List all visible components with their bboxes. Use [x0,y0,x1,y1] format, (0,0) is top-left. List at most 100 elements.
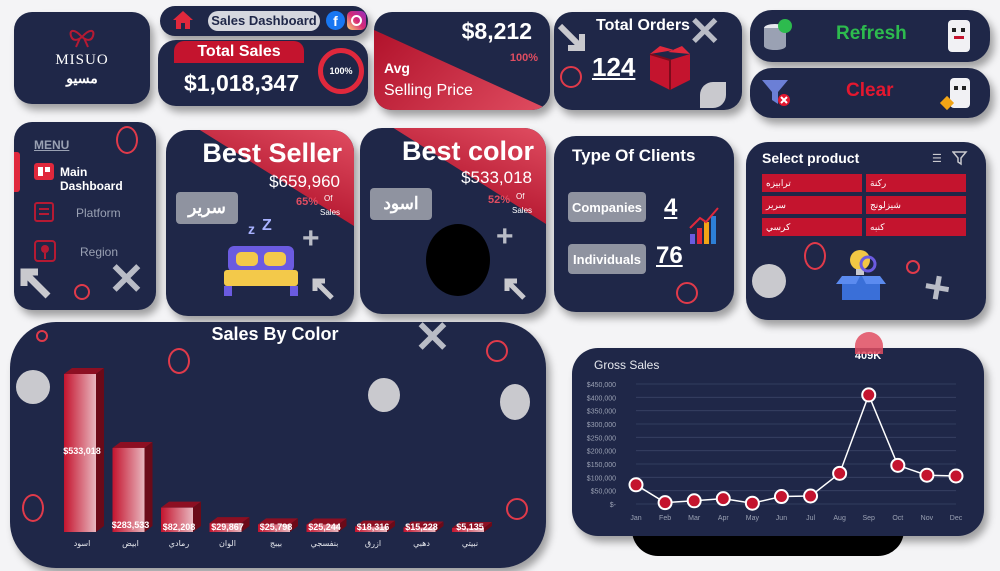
bar-data-label: $29,867 [211,522,244,532]
avg-price-label1: Avg [384,60,410,76]
product-option[interactable]: سرير [762,196,862,214]
y-tick-label: $400,000 [587,395,616,402]
best-color-percent: 52% [488,194,511,206]
data-point [773,489,789,505]
y-tick-label: $250,000 [587,435,616,442]
facebook-icon[interactable]: f [326,11,345,30]
avg-price-value: $8,212 [461,18,532,44]
x-tick-label: Dec [950,515,963,522]
sidebar-item-label: Platform [76,206,121,220]
sidebar-item-main-dashboard[interactable]: Main Dashboard [34,162,152,193]
x-tick-label: Mar [688,515,701,522]
total-sales-gauge: 100% [318,48,364,94]
menu-card: MENU Main Dashboard Platform Region ✕ [14,122,156,310]
bar-data-label: $15,228 [405,522,438,532]
best-color-of: Of [516,192,525,201]
bar-category-label: الوان [219,539,236,548]
clients-individuals-label: Individuals [568,244,646,274]
data-point [628,477,644,493]
bar-category-label: بنفسجي [311,539,339,548]
best-seller-sales: Sales [320,208,341,217]
product-option[interactable]: كنبه [866,218,966,236]
product-option[interactable]: ترابيزه [762,174,862,192]
filter-clear-icon [760,76,792,108]
home-icon[interactable] [172,10,194,30]
sales-by-color-chart: $533,018 اسود $283,533 ابيض $82,208 رمادي $29,… [63,368,492,548]
gross-sales-chart: $450,000 $400,000 $350,000 $300,000 $250,000… [587,382,964,522]
best-seller-card: Best Seller $659,960 65% Of Sales سرير z… [166,130,354,316]
x-tick-label: Apr [718,515,730,522]
best-seller-of: Of [324,194,333,203]
total-sales-card: Total Sales $1,018,347 100% [158,40,368,106]
logo-bow-icon [68,26,96,48]
header-bar: Sales Dashboard f [160,6,368,36]
multi-select-icon[interactable]: ☰ [932,152,946,166]
y-tick-label: $150,000 [587,462,616,469]
x-tick-label: Feb [659,515,671,522]
sidebar-item-platform[interactable]: Platform [34,202,152,222]
avg-price-label2: Selling Price [384,82,473,99]
total-sales-value: $1,018,347 [184,70,300,96]
y-tick-label: $50,000 [591,489,616,496]
database-refresh-icon [762,18,792,52]
product-option[interactable]: ركنة [866,174,966,192]
best-seller-value: $659,960 [269,172,340,191]
bar-category-label: بيبج [270,539,282,548]
bar-data-label: $82,208 [163,522,196,532]
dashboard-icon [34,163,54,180]
sleeping-bed-icon: zZ [222,217,302,302]
clear-button[interactable]: Clear [750,68,990,118]
bar-data-label: $283,533 [112,520,150,530]
bar-category-label: دهبي [413,539,430,548]
best-color-title: Best color [401,136,534,166]
product-option[interactable]: شيزلونج [866,196,966,214]
data-point [686,493,702,509]
best-color-sales: Sales [512,206,533,215]
arrow-up-left-icon [18,266,52,300]
product-option[interactable]: كرسي [762,218,862,236]
y-tick-label: $300,000 [587,422,616,429]
avg-price-card: $8,212 100% Avg Selling Price [374,12,550,110]
total-orders-card: Total Orders 124 ✕ [554,12,742,110]
bar-category-label: ابيض [122,539,139,548]
y-tick-label: $100,000 [587,475,616,482]
bar-data-label: $25,244 [308,522,341,532]
x-tick-label: Aug [833,515,846,522]
data-point [919,467,935,483]
x-tick-label: Sep [862,515,875,522]
best-color-value: $533,018 [461,168,532,187]
sales-by-color-card: Sales By Color ✕ $533,018 اسود $283,533 ابي… [10,322,546,568]
idea-box-icon [836,242,886,304]
bar-data-label: $533,018 [63,446,101,456]
y-tick-label: $450,000 [587,382,616,389]
clear-filter-icon[interactable] [951,150,968,166]
svg-text:z: z [248,221,255,237]
best-color-item: اسود [370,188,432,220]
arrow-down-right-icon [556,22,586,52]
avg-price-percent: 100% [509,52,538,64]
menu-title: MENU [34,138,70,152]
document-list-icon [34,202,54,222]
data-point [744,495,760,511]
bar-category-label: اسود [74,539,91,548]
clients-card: Type Of Clients Companies 4 Individuals … [554,136,734,312]
bar-category-label: نبيتي [462,539,478,548]
bar-data-label: $18,316 [357,522,390,532]
gross-sales-card: Gross Sales $450,000 $400,000 $350,000 $300… [572,348,984,536]
clients-companies-label: Companies [568,192,646,222]
robot-icon [948,20,970,52]
data-point [657,495,673,511]
product-slicer-title: Select product [762,150,860,166]
total-orders-value: 124 [592,52,636,82]
refresh-button[interactable]: Refresh [750,10,990,62]
data-point [832,465,848,481]
best-seller-title: Best Seller [202,138,342,168]
peak-highlight [855,332,883,354]
logo-card: MISUO مسيو [14,12,150,104]
map-pin-icon [34,240,56,262]
best-color-card: Best color $533,018 52% Of Sales اسود + [360,128,546,314]
best-seller-percent: 65% [296,196,319,208]
data-point [803,488,819,504]
data-point [861,387,877,403]
instagram-icon[interactable] [347,11,366,30]
